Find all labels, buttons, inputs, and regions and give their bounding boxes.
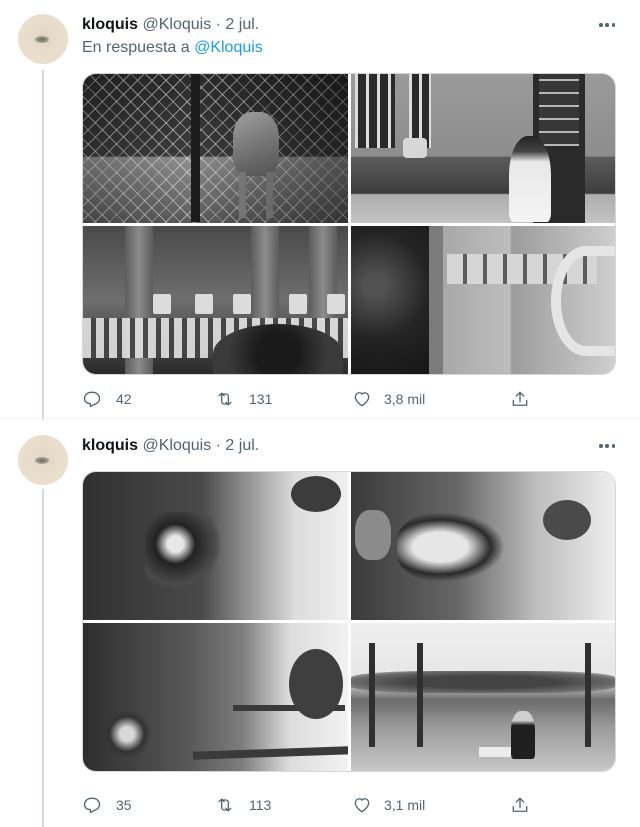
photo-porch[interactable] [350,225,615,374]
share-icon [512,797,528,812]
photo-fallen-tree[interactable] [83,623,348,771]
more-dots-icon[interactable] [596,437,618,455]
user-handle[interactable]: @Kloquis [142,16,211,33]
retweet-count: 113 [249,797,272,813]
reply-icon [83,391,101,408]
tweet[interactable]: kloquis @Kloquis · 2 jul. En respuesta a… [0,0,640,420]
like-count: 3,1 mil [384,797,426,813]
media-grid [82,471,616,772]
tweet-actions: 42 131 3,8 mil [82,389,542,409]
avatar[interactable] [18,14,68,64]
tweet-header: kloquis @Kloquis · 2 jul. [82,14,259,36]
photo-dog-gate[interactable] [83,74,348,223]
share-button[interactable] [510,389,530,409]
thread-line [42,70,44,420]
separator: · [215,16,221,33]
like-button[interactable]: 3,1 mil [352,795,425,815]
retweet-button[interactable]: 113 [215,795,271,815]
avatar[interactable] [18,435,68,485]
media-grid [82,73,616,375]
tweet-date[interactable]: 2 jul. [225,437,259,454]
reply-button[interactable]: 42 [82,389,132,409]
retweet-icon [218,798,232,812]
retweet-icon [218,392,232,406]
retweet-button[interactable]: 131 [215,389,272,409]
like-count: 3,8 mil [384,391,426,407]
reply-icon [83,797,101,814]
like-button[interactable]: 3,8 mil [352,389,425,409]
more-dots-icon[interactable] [596,16,618,34]
share-button[interactable] [510,795,530,815]
display-name[interactable]: kloquis [82,16,138,33]
reply-prefix: En respuesta a [82,39,190,56]
thread-line [42,489,44,827]
photo-girl-house[interactable] [350,74,615,223]
display-name[interactable]: kloquis [82,437,138,454]
reply-count: 42 [116,391,132,407]
photo-balcony[interactable] [83,225,348,374]
photo-picnic-group[interactable] [83,472,348,620]
avatar-eye [35,36,49,43]
tweet-actions: 35 113 3,1 mil [82,795,542,815]
reply-count: 35 [116,797,132,813]
separator: · [215,437,221,454]
reply-button[interactable]: 35 [82,795,132,815]
tweet[interactable]: kloquis @Kloquis · 2 jul. 35 113 3,1 mil [0,418,640,827]
reply-handle-link[interactable]: @Kloquis [194,39,263,56]
retweet-count: 131 [249,391,273,407]
reply-context: En respuesta a @Kloquis [82,39,263,57]
heart-icon [354,798,370,813]
tweet-header: kloquis @Kloquis · 2 jul. [82,435,259,457]
photo-woman-basket[interactable] [350,472,615,620]
user-handle[interactable]: @Kloquis [142,437,211,454]
share-icon [512,391,528,406]
photo-field-trees[interactable] [350,623,615,771]
heart-icon [354,392,370,407]
avatar-eye [35,457,49,464]
tweet-date[interactable]: 2 jul. [225,16,259,33]
